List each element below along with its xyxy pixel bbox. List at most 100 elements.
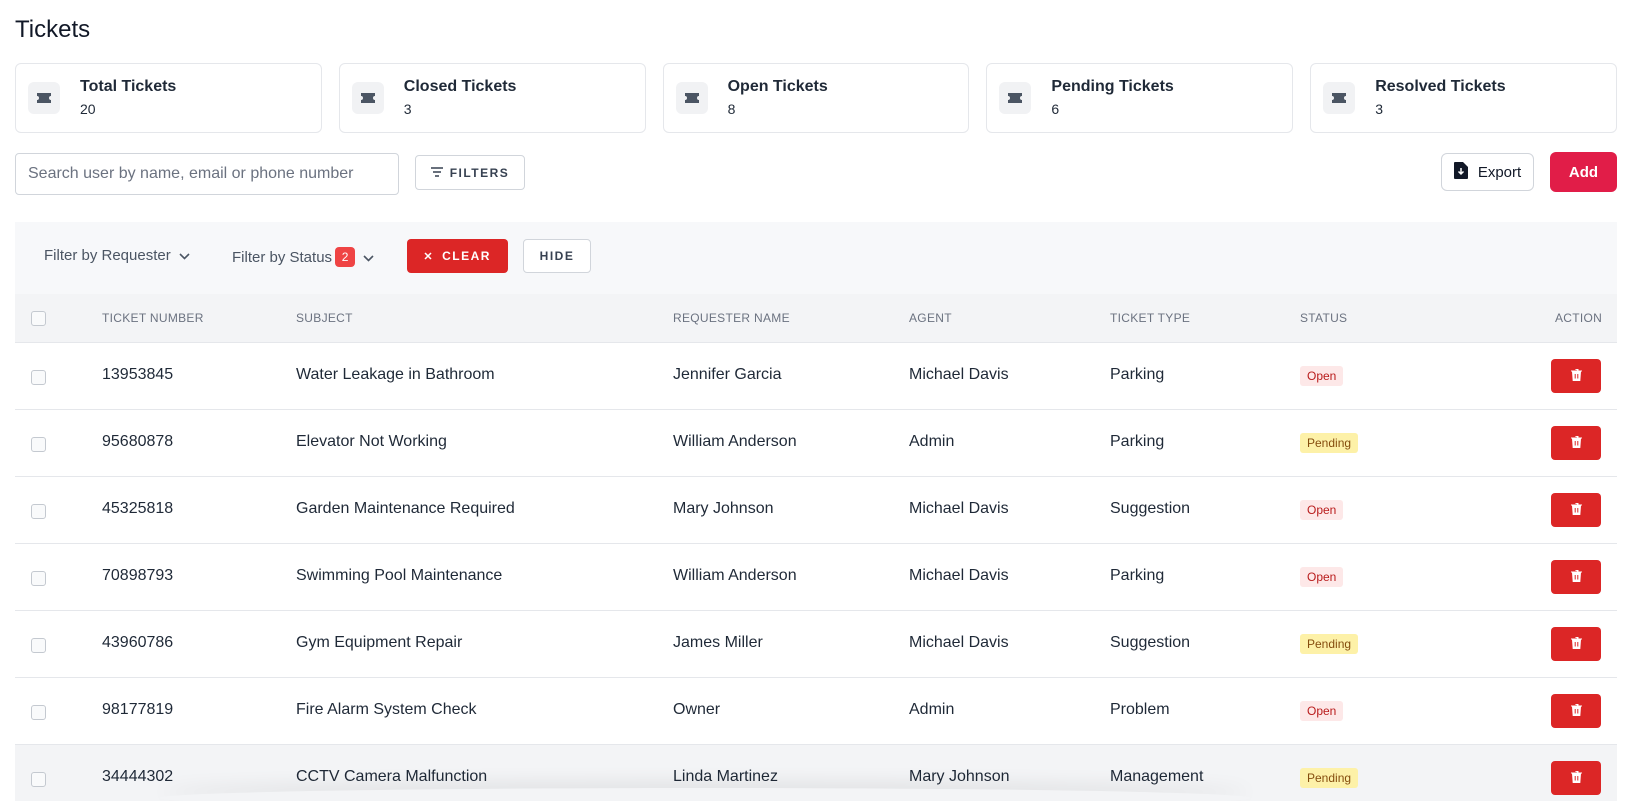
trash-icon — [1570, 435, 1582, 451]
ticket-number: 98177819 — [102, 701, 174, 718]
filters-button[interactable]: FILTERS — [415, 155, 525, 190]
filter-by-status-dropdown[interactable]: Filter by Status 2 — [232, 247, 374, 267]
column-header-action: ACTION — [1555, 311, 1603, 325]
stat-value: 20 — [80, 101, 96, 117]
column-header-requester[interactable]: REQUESTER NAME — [673, 311, 790, 325]
stat-label: Closed Tickets — [403, 78, 517, 95]
scroll-shadow — [160, 788, 1250, 801]
stats-row: Total Tickets 20 Closed Tickets 3 Open T… — [15, 63, 1617, 133]
ticket-number: 34444302 — [102, 768, 174, 785]
stat-card-closed: Closed Tickets 3 — [338, 63, 646, 133]
delete-button[interactable] — [1551, 493, 1601, 527]
status-badge: Open — [1300, 500, 1344, 520]
ticket-subject: Elevator Not Working — [296, 433, 447, 450]
stat-label: Open Tickets — [727, 78, 828, 95]
table-row[interactable]: 95680878 Elevator Not Working William An… — [15, 410, 1617, 477]
row-checkbox[interactable] — [31, 370, 46, 385]
column-header-status[interactable]: STATUS — [1300, 311, 1347, 325]
search-input[interactable] — [15, 153, 399, 195]
ticket-subject: Fire Alarm System Check — [296, 701, 477, 718]
stat-value: 8 — [727, 101, 736, 117]
stat-label: Pending Tickets — [1051, 78, 1174, 95]
ticket-type: Parking — [1110, 567, 1165, 584]
filter-lines-icon — [430, 166, 443, 180]
stat-card-total: Total Tickets 20 — [15, 63, 322, 133]
ticket-icon — [1323, 82, 1356, 114]
status-badge: Pending — [1300, 634, 1359, 654]
delete-button[interactable] — [1551, 694, 1601, 728]
clear-button-label: CLEAR — [442, 249, 491, 263]
status-badge: Pending — [1300, 433, 1359, 453]
trash-icon — [1570, 770, 1582, 786]
ticket-icon — [28, 82, 60, 114]
close-icon — [424, 249, 432, 263]
agent-name: Michael Davis — [909, 366, 1009, 383]
hide-filters-button[interactable]: HIDE — [523, 239, 591, 273]
requester-name: Linda Martinez — [673, 768, 778, 785]
ticket-subject: Water Leakage in Bathroom — [296, 366, 495, 383]
ticket-type: Suggestion — [1110, 634, 1191, 651]
delete-button[interactable] — [1551, 560, 1601, 594]
status-badge: Open — [1300, 567, 1344, 587]
ticket-type: Parking — [1110, 366, 1165, 383]
table-row[interactable]: 13953845 Water Leakage in Bathroom Jenni… — [15, 343, 1617, 410]
ticket-type: Parking — [1110, 433, 1165, 450]
status-badge: Pending — [1300, 768, 1359, 788]
agent-name: Admin — [909, 433, 955, 450]
table-row[interactable]: 45325818 Garden Maintenance Required Mar… — [15, 477, 1617, 544]
column-header-ticket-number[interactable]: TICKET NUMBER — [102, 311, 204, 325]
requester-name: William Anderson — [673, 567, 797, 584]
table-row[interactable]: 70898793 Swimming Pool Maintenance Willi… — [15, 544, 1617, 611]
agent-name: Mary Johnson — [909, 768, 1010, 785]
ticket-type: Management — [1110, 768, 1204, 785]
row-checkbox[interactable] — [31, 772, 46, 787]
table-header: TICKET NUMBER SUBJECT REQUESTER NAME AGE… — [15, 294, 1617, 343]
stat-card-resolved: Resolved Tickets 3 — [1310, 63, 1617, 133]
ticket-number: 43960786 — [102, 634, 174, 651]
ticket-table-body: 13953845 Water Leakage in Bathroom Jenni… — [15, 343, 1617, 801]
table-row[interactable]: 43960786 Gym Equipment Repair James Mill… — [15, 611, 1617, 678]
column-header-agent[interactable]: AGENT — [909, 311, 952, 325]
ticket-subject: CCTV Camera Malfunction — [296, 768, 488, 785]
stat-card-pending: Pending Tickets 6 — [986, 63, 1294, 133]
delete-button[interactable] — [1551, 761, 1601, 795]
ticket-icon — [675, 82, 708, 114]
column-header-subject[interactable]: SUBJECT — [296, 311, 353, 325]
trash-icon — [1570, 502, 1582, 518]
filters-button-label: FILTERS — [449, 165, 510, 180]
stat-card-open: Open Tickets 8 — [662, 63, 970, 133]
trash-icon — [1570, 703, 1582, 719]
status-filter-count-badge: 2 — [335, 247, 356, 267]
export-button[interactable]: Export — [1441, 153, 1534, 191]
page-title: Tickets — [15, 16, 91, 43]
ticket-number: 45325818 — [102, 500, 174, 517]
ticket-subject: Swimming Pool Maintenance — [296, 567, 503, 584]
stat-value: 3 — [403, 101, 412, 117]
ticket-subject: Garden Maintenance Required — [296, 500, 515, 517]
row-checkbox[interactable] — [31, 504, 46, 519]
ticket-number: 95680878 — [102, 433, 174, 450]
add-button[interactable]: Add — [1550, 152, 1617, 192]
filter-by-requester-dropdown[interactable]: Filter by Requester — [44, 247, 190, 264]
stat-value: 6 — [1051, 101, 1060, 117]
file-download-icon — [1453, 161, 1468, 183]
clear-filters-button[interactable]: CLEAR — [407, 239, 508, 273]
delete-button[interactable] — [1551, 627, 1601, 661]
requester-name: Owner — [673, 701, 721, 718]
delete-button[interactable] — [1551, 359, 1601, 393]
row-checkbox[interactable] — [31, 437, 46, 452]
stat-label: Resolved Tickets — [1375, 78, 1506, 95]
column-header-ticket-type[interactable]: TICKET TYPE — [1110, 311, 1190, 325]
status-badge: Open — [1300, 701, 1344, 721]
select-all-checkbox[interactable] — [31, 311, 46, 326]
ticket-icon — [999, 82, 1032, 114]
ticket-number: 70898793 — [102, 567, 174, 584]
row-checkbox[interactable] — [31, 638, 46, 653]
agent-name: Michael Davis — [909, 634, 1009, 651]
row-checkbox[interactable] — [31, 705, 46, 720]
table-row[interactable]: 98177819 Fire Alarm System Check Owner A… — [15, 678, 1617, 745]
agent-name: Michael Davis — [909, 567, 1009, 584]
trash-icon — [1570, 569, 1582, 585]
row-checkbox[interactable] — [31, 571, 46, 586]
delete-button[interactable] — [1551, 426, 1601, 460]
